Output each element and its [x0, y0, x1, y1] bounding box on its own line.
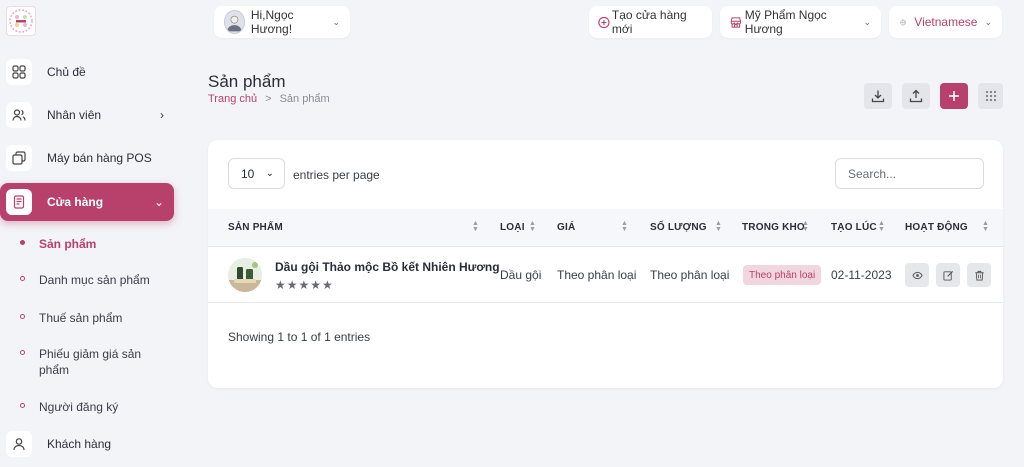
- product-quantity: Theo phân loại: [650, 268, 730, 282]
- column-header-created[interactable]: TẠO LÚC: [831, 222, 877, 233]
- store-icon: [6, 189, 32, 215]
- bullet-icon: [20, 403, 25, 408]
- entries-per-page-label: entries per page: [293, 168, 380, 182]
- column-header-stock[interactable]: TRONG KHO: [742, 222, 805, 233]
- sort-icon[interactable]: ▲ ▼: [529, 220, 536, 233]
- chevron-right-icon: ›: [160, 108, 164, 122]
- sidebar-item-label: Máy bán hàng POS: [47, 151, 152, 165]
- upload-icon: [909, 89, 923, 103]
- view-button[interactable]: [905, 263, 929, 287]
- chevron-down-icon: ⌄: [984, 16, 992, 27]
- sort-icon[interactable]: ▲ ▼: [621, 220, 628, 233]
- trash-icon: [974, 270, 984, 281]
- product-type: Dầu gội: [500, 268, 542, 282]
- column-header-actions: HOẠT ĐỘNG: [905, 222, 968, 233]
- edit-icon: [942, 270, 953, 281]
- download-icon: [871, 90, 885, 103]
- table-info: Showing 1 to 1 of 1 entries: [228, 330, 371, 344]
- table-row: Dầu gội Thảo mộc Bồ kết Nhiên Hương ★★★★…: [208, 247, 1003, 303]
- column-header-type[interactable]: LOẠI: [500, 222, 525, 233]
- shop-icon: [730, 16, 742, 28]
- product-thumbnail[interactable]: [228, 258, 262, 292]
- sidebar-subitem-subscribers[interactable]: Người đăng ký: [20, 399, 157, 415]
- sidebar-item-label: Khách hàng: [47, 437, 112, 451]
- sidebar-subitem-tax[interactable]: Thuế sản phẩm: [20, 310, 157, 326]
- users-icon: [6, 102, 32, 128]
- bullet-icon: [20, 350, 25, 355]
- upload-button[interactable]: [902, 83, 930, 109]
- sidebar-item-label: Nhân viên: [47, 108, 102, 122]
- bullet-icon: [20, 276, 25, 281]
- plus-circle-icon: [598, 16, 610, 28]
- plus-icon: [949, 91, 959, 101]
- breadcrumb-home[interactable]: Trang chủ: [208, 93, 257, 105]
- user-menu[interactable]: Hi,Ngọc Hương! ⌄: [214, 6, 350, 38]
- avatar: [224, 10, 245, 34]
- user-greeting: Hi,Ngọc Hương!: [250, 8, 294, 36]
- sidebar-item-pos[interactable]: Máy bán hàng POS: [0, 139, 174, 177]
- create-store-button[interactable]: Tạo cửa hàng mới: [589, 6, 712, 38]
- sidebar-subitem-coupons[interactable]: Phiếu giảm giá sản phẩm: [20, 346, 157, 378]
- grid-icon: [6, 59, 32, 85]
- search-input[interactable]: [835, 158, 984, 189]
- breadcrumb-separator: >: [265, 93, 272, 105]
- sidebar-item-label: Cửa hàng: [47, 195, 104, 209]
- sidebar-item-staff[interactable]: Nhân viên ›: [0, 96, 174, 134]
- sidebar: Chủ đề Nhân viên › Máy bán hàng POS Cửa …: [0, 0, 182, 467]
- sort-icon[interactable]: ▲ ▼: [878, 220, 885, 233]
- entries-per-page-select[interactable]: 10 ⌄: [228, 158, 285, 189]
- chevron-down-icon: ⌄: [863, 16, 871, 27]
- dots-grid-icon: [985, 91, 996, 101]
- chevron-down-icon: ⌄: [153, 195, 164, 209]
- edit-button[interactable]: [936, 263, 960, 287]
- language-selector[interactable]: Vietnamese ⌄: [889, 6, 1002, 38]
- sidebar-subitem-categories[interactable]: Danh mục sản phẩm: [20, 272, 157, 288]
- page-title: Sản phẩm: [208, 72, 286, 91]
- eye-icon: [911, 271, 923, 279]
- created-date: 02-11-2023: [831, 268, 892, 282]
- delete-button[interactable]: [967, 263, 991, 287]
- user-icon: [6, 431, 32, 457]
- add-product-button[interactable]: [940, 83, 968, 109]
- sidebar-item-store[interactable]: Cửa hàng ⌄: [0, 183, 174, 221]
- stock-badge: Theo phân loại: [743, 265, 822, 285]
- copy-icon: [6, 145, 32, 171]
- sidebar-subitem-products[interactable]: Sản phẩm: [20, 236, 157, 252]
- sidebar-item-customers[interactable]: Khách hàng: [0, 425, 174, 463]
- products-table-card: 10 ⌄ entries per page SẢN PHẨM ▲▼ LOẠI ▲…: [208, 140, 1003, 388]
- rating-stars: ★★★★★: [275, 278, 334, 292]
- chevron-down-icon: ⌄: [265, 168, 274, 179]
- grid-view-button[interactable]: [978, 83, 1003, 109]
- sort-icon[interactable]: ▲ ▼: [472, 220, 479, 233]
- sort-icon[interactable]: ▲ ▼: [715, 220, 722, 233]
- store-switcher[interactable]: Mỹ Phẩm Ngọc Hương ⌄: [720, 6, 881, 38]
- bullet-icon: [20, 240, 25, 245]
- product-price: Theo phân loại: [557, 268, 637, 282]
- bullet-icon: [20, 314, 25, 319]
- product-name[interactable]: Dầu gội Thảo mộc Bồ kết Nhiên Hương: [275, 260, 500, 274]
- column-header-price[interactable]: GIÁ: [557, 222, 575, 233]
- breadcrumb-current: Sản phẩm: [279, 93, 330, 105]
- breadcrumb: Trang chủ > Sản phẩm: [208, 93, 330, 105]
- globe-icon: [900, 19, 907, 25]
- sidebar-item-theme[interactable]: Chủ đề: [0, 53, 174, 91]
- sort-icon[interactable]: ▲ ▼: [802, 220, 809, 233]
- sidebar-item-label: Chủ đề: [47, 65, 86, 79]
- store-logo[interactable]: [6, 6, 36, 36]
- chevron-down-icon: ⌄: [332, 16, 340, 27]
- column-header-quantity[interactable]: SỐ LƯỢNG: [650, 222, 707, 233]
- table-header: SẢN PHẨM ▲ ▼ LOẠI ▲ ▼ GIÁ ▲ ▼ SỐ LƯỢNG ▲ ▼ T…: [208, 209, 1003, 247]
- logo-icon: [9, 9, 33, 33]
- sort-icon[interactable]: ▲ ▼: [982, 220, 989, 233]
- column-header-product[interactable]: SẢN PHẨM: [228, 222, 283, 233]
- download-button[interactable]: [864, 83, 892, 109]
